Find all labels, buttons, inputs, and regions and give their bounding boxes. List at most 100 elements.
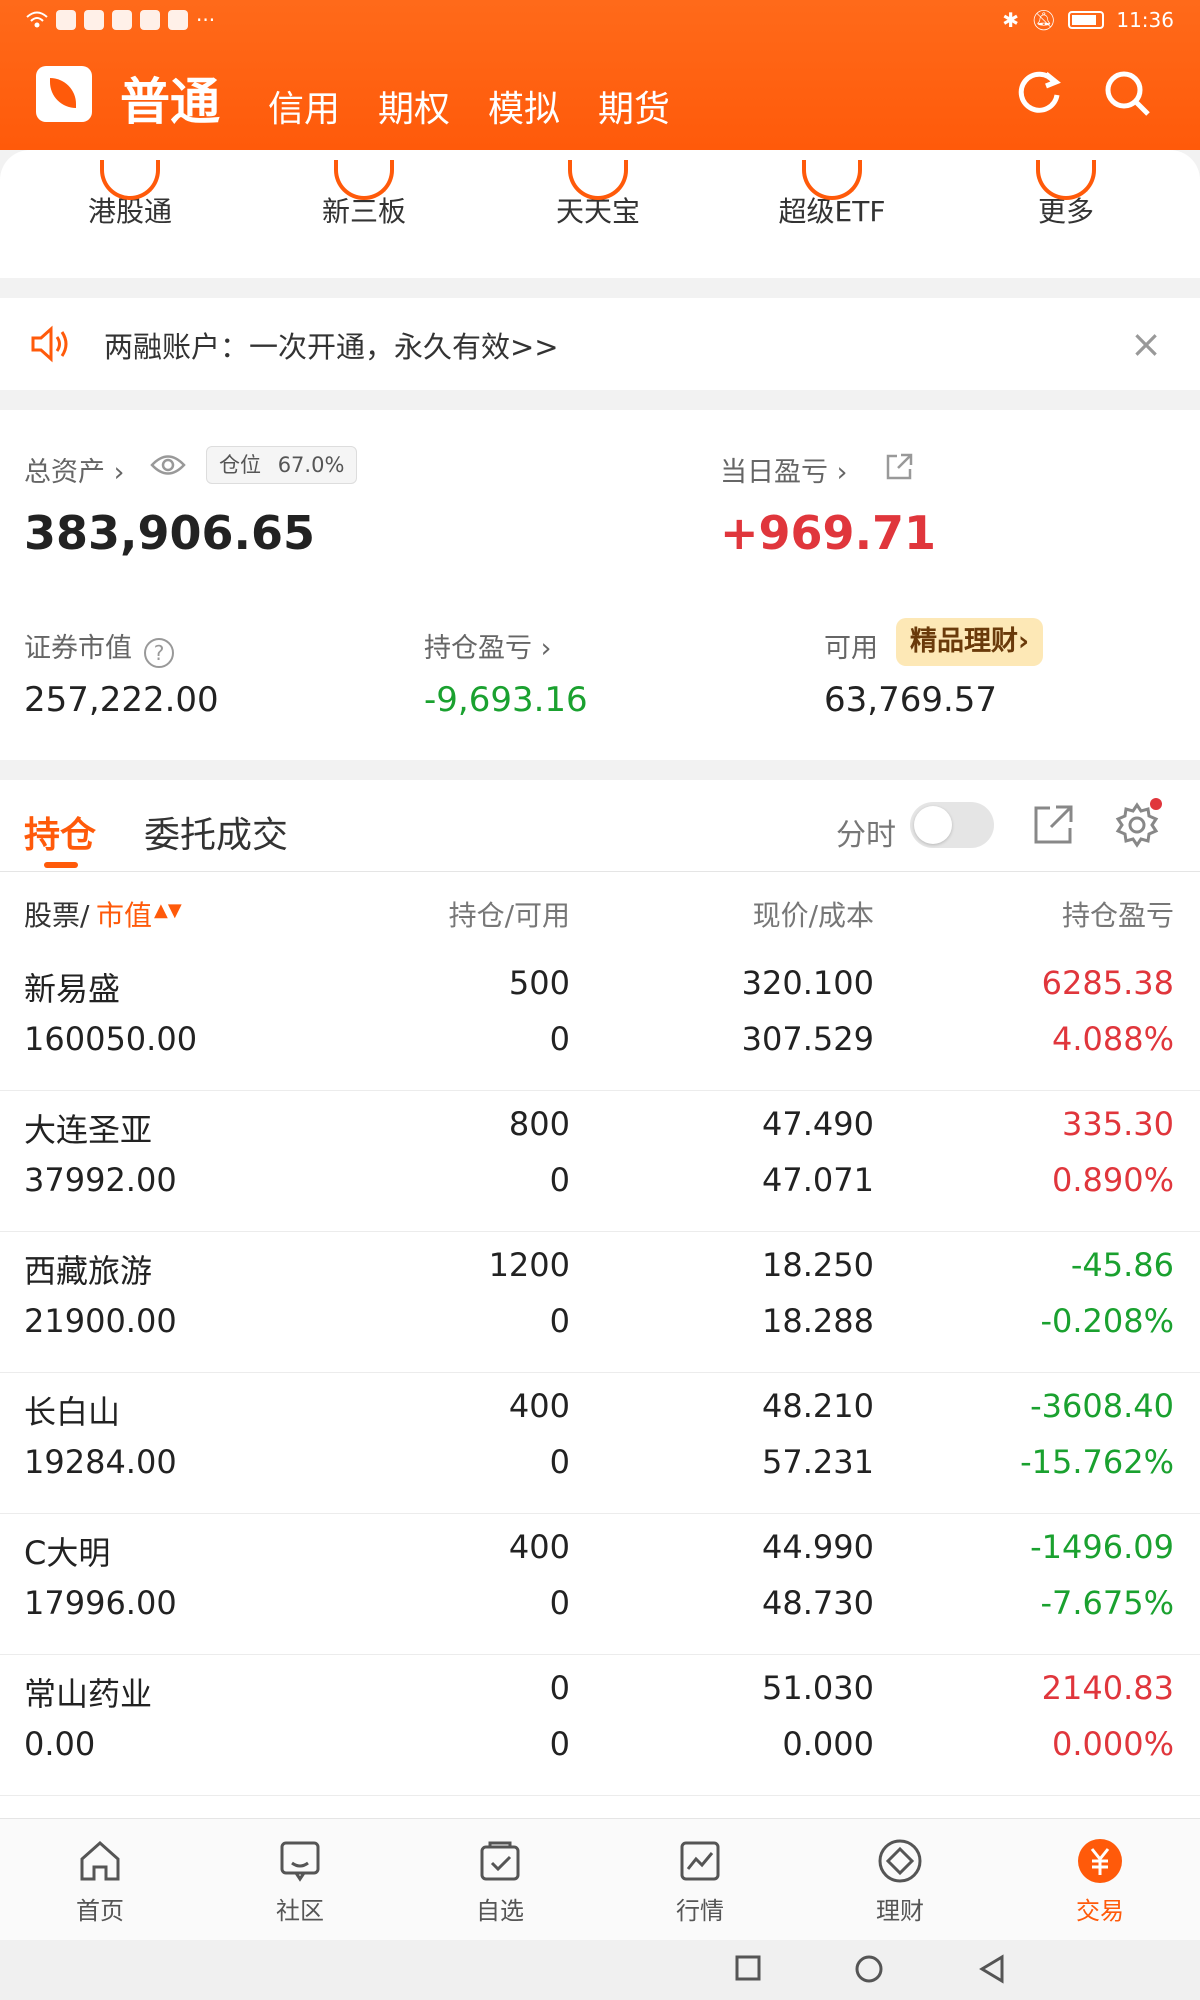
available-label: 可用	[824, 633, 878, 664]
stock-market-value: 160050.00	[24, 1020, 198, 1058]
top-nav: 普通 信用 期权 模拟 期货	[0, 58, 1200, 138]
stock-pl-pct: 0.890%	[1051, 1161, 1174, 1199]
status-icons-right: ✱ 🔕︎ 11:36	[1002, 8, 1174, 32]
tab-normal[interactable]: 普通	[120, 62, 220, 134]
recent-apps-icon[interactable]	[734, 1954, 762, 1982]
stock-qty: 800	[508, 1105, 570, 1143]
finance-badge[interactable]: 精品理财›	[896, 618, 1044, 666]
quick-super-etf[interactable]: 超级ETF	[752, 160, 912, 230]
notice-banner[interactable]: 两融账户：一次开通，永久有效>> ×	[0, 298, 1200, 390]
holding-row[interactable]: 常山药业 0.00 0 0 51.030 0.000 2140.83 0.000…	[0, 1655, 1200, 1796]
tab-credit[interactable]: 信用	[268, 80, 340, 132]
piggy-bank-icon	[568, 160, 628, 200]
holding-row[interactable]: 新易盛 160050.00 500 0 320.100 307.529 6285…	[0, 950, 1200, 1091]
total-assets-value: 383,906.65	[24, 506, 316, 560]
eye-icon[interactable]	[150, 452, 186, 478]
back-icon[interactable]	[978, 1954, 1006, 1984]
intraday-toggle[interactable]	[910, 802, 994, 848]
stock-cost: 48.730	[762, 1584, 874, 1622]
stock-pl: 335.30	[1062, 1105, 1174, 1143]
stock-pl: -45.86	[1070, 1246, 1174, 1284]
stock-qty: 400	[508, 1528, 570, 1566]
app-logo	[36, 66, 92, 122]
nav-label: 交易	[1076, 1897, 1124, 1925]
hold-pl-label[interactable]: 持仓盈亏 ›	[424, 626, 551, 665]
stock-price: 320.100	[741, 964, 874, 1002]
system-nav-bar	[0, 1940, 1200, 2000]
notice-text: 两融账户：一次开通，永久有效>>	[104, 330, 559, 364]
refresh-icon[interactable]	[1014, 68, 1064, 118]
bluetooth-icon: ✱	[1002, 8, 1019, 32]
home-circle-icon[interactable]	[854, 1954, 884, 1984]
nav-label: 理财	[876, 1897, 924, 1925]
close-icon[interactable]: ×	[1130, 322, 1162, 366]
total-assets-label[interactable]: 总资产 ›	[24, 450, 124, 489]
nav-trade[interactable]: 交易	[1040, 1837, 1160, 1926]
stock-pl-pct: -15.762%	[1020, 1443, 1174, 1481]
header: ··· ✱ 🔕︎ 11:36 普通 信用 期权 模拟 期货	[0, 0, 1200, 150]
nav-community[interactable]: 社区	[240, 1837, 360, 1926]
stock-market-value: 17996.00	[24, 1584, 177, 1622]
stock-available: 0	[549, 1161, 570, 1199]
stock-pl-pct: -7.675%	[1040, 1584, 1174, 1622]
stock-price: 18.250	[762, 1246, 874, 1284]
stock-available: 0	[549, 1584, 570, 1622]
status-bar: ··· ✱ 🔕︎ 11:36	[0, 0, 1200, 40]
stock-market-value: 37992.00	[24, 1161, 177, 1199]
market-value-label: 证券市值	[24, 633, 132, 664]
stock-pl-pct: -0.208%	[1040, 1302, 1174, 1340]
quick-hk-connect[interactable]: 港股通	[50, 160, 210, 230]
market-value: 257,222.00	[24, 680, 219, 720]
tab-options[interactable]: 期权	[378, 80, 450, 132]
holding-row[interactable]: 长白山 19284.00 400 0 48.210 57.231 -3608.4…	[0, 1373, 1200, 1514]
col-price: 现价/成本	[752, 899, 874, 932]
speaker-icon	[31, 325, 68, 363]
tab-positions[interactable]: 持仓	[24, 806, 96, 858]
col-market-value-sort[interactable]: 市值	[96, 894, 152, 934]
stock-price: 47.490	[762, 1105, 874, 1143]
search-icon[interactable]	[1102, 68, 1152, 118]
daily-pl-label[interactable]: 当日盈亏 ›	[720, 450, 847, 489]
stock-pl: 6285.38	[1041, 964, 1174, 1002]
stock-pl: -1496.09	[1030, 1528, 1174, 1566]
status-icons-left: ···	[26, 8, 215, 32]
stock-cost: 18.288	[762, 1302, 874, 1340]
holding-row[interactable]: C大明 17996.00 400 0 44.990 48.730 -1496.0…	[0, 1514, 1200, 1655]
sort-icon[interactable]: ▲▼	[154, 900, 182, 921]
quick-more[interactable]: 更多	[986, 160, 1146, 230]
stock-qty: 0	[549, 1669, 570, 1707]
stock-qty: 500	[508, 964, 570, 1002]
mute-icon: 🔕︎	[1030, 8, 1057, 32]
share-icon[interactable]	[1030, 802, 1076, 848]
external-link-icon[interactable]	[884, 452, 914, 482]
stock-name: 常山药业	[24, 1675, 153, 1713]
stock-pl: -3608.40	[1030, 1387, 1174, 1425]
stock-name: 长白山	[24, 1393, 121, 1431]
stock-market-value: 21900.00	[24, 1302, 177, 1340]
nav-home[interactable]: 首页	[40, 1837, 160, 1926]
col-pl: 持仓盈亏	[1061, 899, 1174, 932]
stock-price: 48.210	[762, 1387, 874, 1425]
nav-label: 自选	[476, 1897, 524, 1925]
watchlist-icon	[480, 1841, 520, 1881]
notification-dot	[1150, 798, 1162, 810]
more-icon	[1036, 160, 1096, 200]
holding-row[interactable]: 大连圣亚 37992.00 800 0 47.490 47.071 335.30…	[0, 1091, 1200, 1232]
bottom-nav: 首页 社区 自选 行情 理财 交易	[0, 1818, 1200, 1940]
holding-row[interactable]: 西藏旅游 21900.00 1200 0 18.250 18.288 -45.8…	[0, 1232, 1200, 1373]
tab-futures[interactable]: 期货	[598, 80, 670, 132]
neeq-icon	[334, 160, 394, 200]
hold-pl-value: -9,693.16	[424, 680, 588, 720]
stock-qty: 400	[508, 1387, 570, 1425]
nav-wealth[interactable]: 理财	[840, 1837, 960, 1926]
tab-orders[interactable]: 委托成交	[144, 806, 288, 858]
yen-icon	[1078, 1839, 1122, 1883]
help-icon[interactable]: ?	[144, 637, 174, 668]
stock-cost: 0.000	[782, 1725, 874, 1763]
nav-watchlist[interactable]: 自选	[440, 1837, 560, 1926]
available-value: 63,769.57	[824, 680, 998, 720]
nav-market[interactable]: 行情	[640, 1837, 760, 1926]
quick-neeq[interactable]: 新三板	[284, 160, 444, 230]
tab-simulation[interactable]: 模拟	[488, 80, 560, 132]
quick-tiantianbao[interactable]: 天天宝	[518, 160, 678, 230]
